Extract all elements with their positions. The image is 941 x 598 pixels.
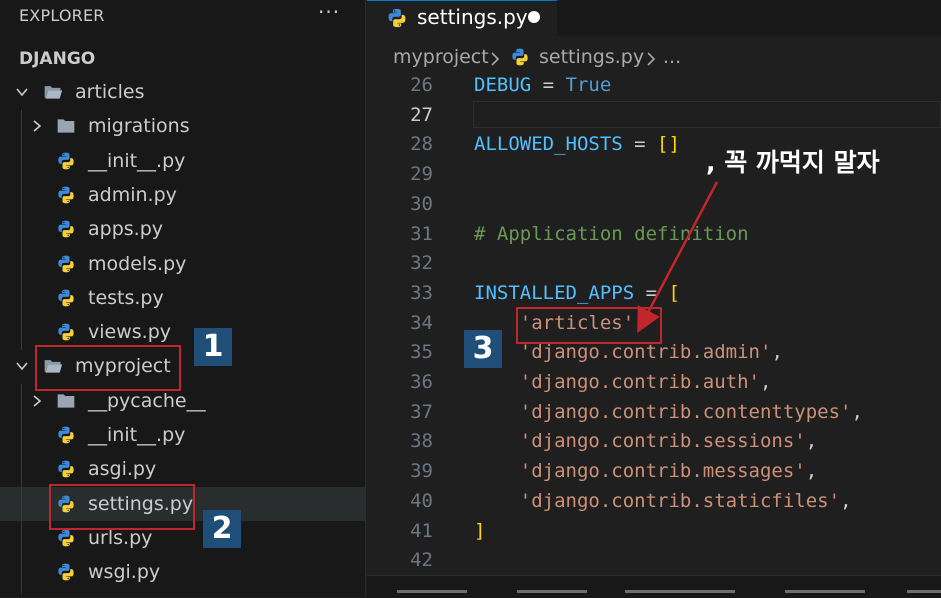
annotation-arrow	[637, 181, 719, 334]
